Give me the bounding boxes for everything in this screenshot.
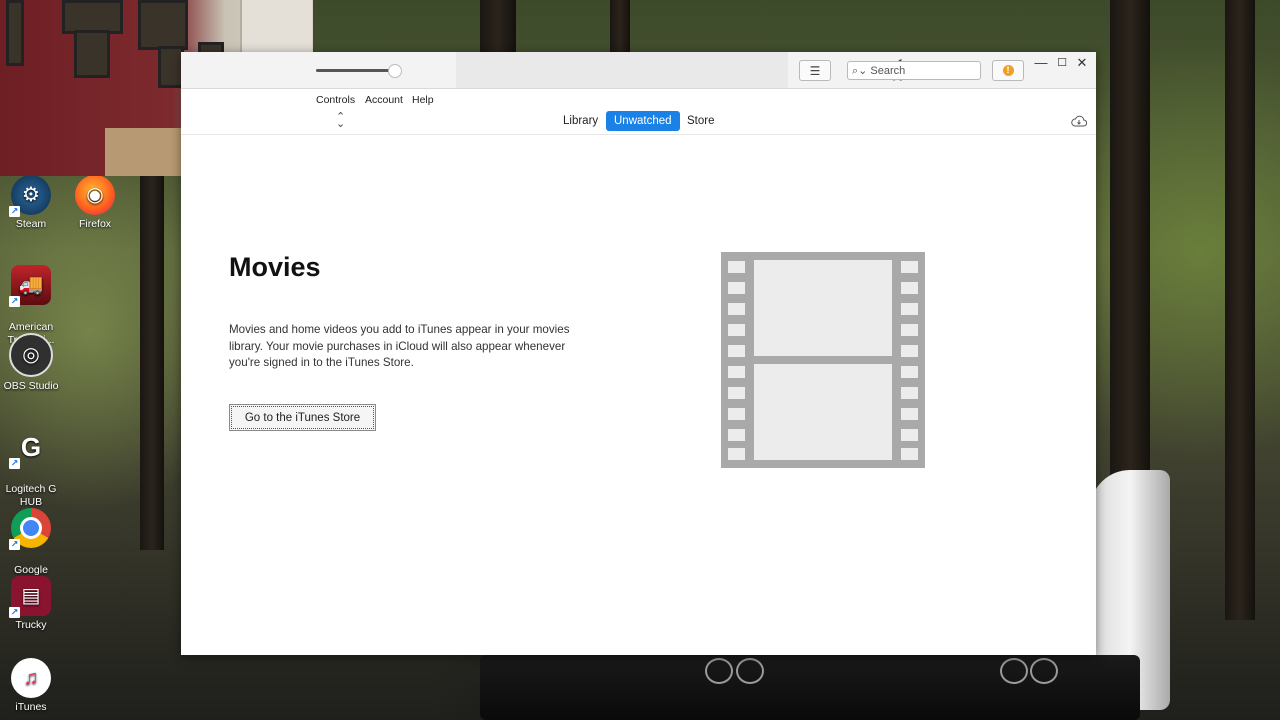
volume-slider[interactable] [316,69,396,72]
tab-store[interactable]: Store [679,111,723,131]
truck-icon: 🚚 ↗ [9,265,51,307]
menu-account[interactable]: Account [365,94,403,106]
media-kind-selector[interactable]: ⌃ ⌄ [336,112,345,130]
menu-controls[interactable]: Controls [316,94,355,106]
now-playing-display [456,52,906,88]
itunes-toolbar: ☰ ⌕⌄ Search ! — ☐ ✕ [181,52,1096,89]
store-button-label: Go to the iTunes Store [244,411,361,424]
tab-unwatched[interactable]: Unwatched [606,111,680,131]
desktop-icon-label: Firefox [78,218,112,230]
menu-help[interactable]: Help [412,94,434,106]
desktop-icon-label: OBS Studio [3,380,59,392]
firefox-icon: ◉ [75,175,115,215]
page-title: Movies [229,252,321,282]
film-strip-icon [721,252,925,468]
itunes-window: ☰ ⌕⌄ Search ! — ☐ ✕ Controls Account Hel… [181,52,1096,655]
list-icon: ☰ [809,63,821,78]
desktop-icon-firefox[interactable]: ◉ Firefox [64,175,126,231]
minimize-button[interactable]: — [1030,55,1052,71]
volume-knob[interactable] [388,64,402,78]
alert-icon: ! [1002,65,1014,76]
media-nav-bar: ⌃ ⌄ Library Unwatched Store [181,111,1096,135]
desktop-icon-label: Trucky [15,619,47,631]
maximize-button[interactable]: ☐ [1051,55,1073,71]
obs-icon: ◎ [9,333,53,377]
go-to-itunes-store-button[interactable]: Go to the iTunes Store [229,404,376,431]
account-alert-button[interactable]: ! [992,60,1024,81]
chrome-icon: ↗ [9,508,51,550]
desktop-icon-steam[interactable]: ⚙ ↗ Steam [0,175,62,231]
desktop-icon-itunes[interactable]: ♫ iTunes [0,658,62,714]
desktop-icon-label: Steam [15,218,47,230]
desktop-icon-label: iTunes [15,701,47,713]
search-placeholder: Search [870,64,906,77]
trucky-icon: ▤ ↗ [9,576,51,618]
desktop-icon-obs[interactable]: ◎ OBS Studio [0,333,62,393]
tab-library[interactable]: Library [555,111,606,131]
page-description: Movies and home videos you add to iTunes… [229,323,570,369]
menu-bar: Controls Account Help [181,89,1096,111]
itunes-icon: ♫ [11,658,51,698]
desktop-icon-trucky[interactable]: ▤ ↗ Trucky [0,576,62,632]
up-next-list-button[interactable]: ☰ [799,60,831,81]
cloud-download-icon[interactable] [1071,115,1087,127]
steam-icon: ⚙ ↗ [9,175,51,217]
close-button[interactable]: ✕ [1071,55,1093,71]
logitech-icon: G ↗ [9,431,42,469]
search-field[interactable]: ⌕⌄ Search [847,61,981,80]
search-icon: ⌕⌄ [852,64,868,77]
